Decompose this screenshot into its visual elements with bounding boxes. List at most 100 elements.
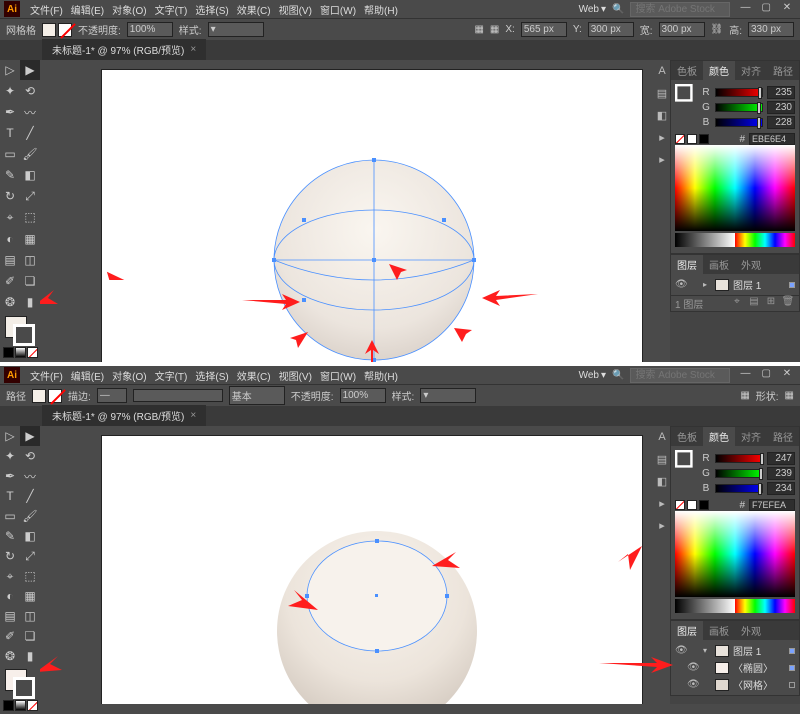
rail-btn[interactable]: ▸	[654, 148, 670, 170]
style-select[interactable]: ▾	[208, 22, 264, 37]
tab-artboards[interactable]: 画板	[703, 255, 735, 274]
eraser-tool[interactable]: ◧	[20, 526, 40, 546]
white-swatch-icon[interactable]	[687, 134, 697, 144]
visibility-icon[interactable]: 👁	[687, 679, 699, 690]
tab-color[interactable]: 颜色	[703, 427, 735, 446]
scale-tool[interactable]: ⤢	[20, 186, 40, 206]
align-icon[interactable]: ▦	[740, 390, 749, 401]
menu-effect[interactable]: 效果(C)	[235, 367, 273, 384]
rectangle-tool[interactable]: ▭	[0, 506, 20, 526]
graph-tool[interactable]: ▮	[20, 292, 40, 312]
direct-selection-tool[interactable]: ▶	[20, 60, 40, 80]
line-tool[interactable]: ╱	[20, 123, 40, 143]
w-input[interactable]	[659, 22, 705, 37]
menu-view[interactable]: 视图(V)	[277, 1, 314, 18]
free-transform-tool[interactable]: ⬚	[20, 207, 40, 227]
selection-indicator[interactable]	[789, 682, 795, 688]
g-value[interactable]: 239	[767, 467, 795, 480]
eyedropper-tool[interactable]: ✐	[0, 271, 20, 291]
g-slider[interactable]	[715, 103, 763, 112]
window-minimize-icon[interactable]: —	[736, 2, 754, 16]
opacity-input[interactable]	[340, 388, 386, 403]
brush-def-select[interactable]: 基本	[229, 386, 285, 405]
workspace-switcher[interactable]: Web ▾	[579, 370, 606, 381]
tab-color[interactable]: 颜色	[703, 61, 735, 80]
rotate-tool[interactable]: ↻	[0, 186, 20, 206]
g-value[interactable]: 230	[767, 101, 795, 114]
search-input[interactable]	[630, 368, 730, 383]
style-select[interactable]: ▾	[420, 388, 476, 403]
graph-tool[interactable]: ▮	[20, 646, 40, 666]
menu-file[interactable]: 文件(F)	[28, 367, 65, 384]
color-mode-icon[interactable]	[3, 347, 14, 358]
gradient-mode-icon[interactable]	[15, 347, 26, 358]
tab-align[interactable]: 对齐	[735, 427, 767, 446]
rail-btn[interactable]: ▤	[654, 82, 670, 104]
menu-type[interactable]: 文字(T)	[153, 1, 190, 18]
rail-btn[interactable]: A	[654, 426, 670, 448]
workspace-switcher[interactable]: Web ▾	[579, 4, 606, 15]
h-input[interactable]	[748, 22, 794, 37]
menu-window[interactable]: 窗口(W)	[318, 367, 358, 384]
visibility-icon[interactable]: 👁	[675, 279, 687, 290]
sublayer-name[interactable]: 〈椭圆〉	[733, 660, 785, 675]
window-close-icon[interactable]: ✕	[778, 368, 796, 382]
tab-layers[interactable]: 图层	[671, 255, 703, 274]
tab-swatches[interactable]: 色板	[671, 427, 703, 446]
rail-btn[interactable]: ◧	[654, 470, 670, 492]
none-swatch-icon[interactable]	[675, 134, 685, 144]
collapse-icon[interactable]: ▾	[703, 646, 711, 655]
shaper-tool[interactable]: ✎	[0, 526, 20, 546]
selection-indicator[interactable]	[789, 282, 795, 288]
align-icon[interactable]: ▦	[474, 24, 483, 35]
close-icon[interactable]: ×	[190, 44, 196, 55]
close-icon[interactable]: ×	[190, 410, 196, 421]
tab-path[interactable]: 路径	[767, 61, 799, 80]
window-maximize-icon[interactable]: ▢	[757, 2, 775, 16]
selection-tool[interactable]: ▷	[0, 426, 20, 446]
b-value[interactable]: 234	[767, 482, 795, 495]
window-close-icon[interactable]: ✕	[778, 2, 796, 16]
search-input[interactable]	[630, 2, 730, 17]
shape-builder-tool[interactable]: ◐	[0, 586, 20, 606]
width-tool[interactable]: ⌖	[0, 207, 20, 227]
layer-row[interactable]: 👁 ▾ 图层 1	[671, 642, 799, 659]
layer-name[interactable]: 图层 1	[733, 277, 785, 292]
symbol-tool[interactable]: ❂	[0, 292, 20, 312]
fill-stroke-indicator[interactable]	[0, 666, 40, 714]
expand-icon[interactable]: ▸	[703, 280, 711, 289]
rail-btn[interactable]: ▸	[654, 126, 670, 148]
hex-input[interactable]	[749, 133, 795, 145]
rail-btn[interactable]: ▸	[654, 514, 670, 536]
menu-help[interactable]: 帮助(H)	[362, 1, 400, 18]
color-spectrum[interactable]	[675, 145, 795, 249]
selection-indicator[interactable]	[789, 665, 795, 671]
fill-stroke-indicator[interactable]	[0, 313, 40, 362]
shaper-tool[interactable]: ✎	[0, 165, 20, 185]
r-slider[interactable]	[715, 454, 763, 463]
document-tab[interactable]: 未标题-1* @ 97% (RGB/预览) ×	[42, 405, 206, 426]
hex-input[interactable]	[749, 499, 795, 511]
rail-btn[interactable]: ▤	[654, 448, 670, 470]
fill-swatch[interactable]	[32, 389, 46, 403]
b-value[interactable]: 228	[767, 116, 795, 129]
rectangle-tool[interactable]: ▭	[0, 144, 20, 164]
none-mode-icon[interactable]	[27, 347, 38, 358]
menu-select[interactable]: 选择(S)	[193, 1, 230, 18]
menu-select[interactable]: 选择(S)	[193, 367, 230, 384]
menu-edit[interactable]: 编辑(E)	[69, 367, 106, 384]
brush-tool[interactable]: 🖌	[20, 506, 40, 526]
link-wh-icon[interactable]: ⛓	[711, 24, 724, 35]
menu-file[interactable]: 文件(F)	[28, 1, 65, 18]
canvas[interactable]	[40, 60, 654, 362]
curvature-tool[interactable]: 〰	[20, 102, 40, 122]
menu-object[interactable]: 对象(O)	[110, 367, 148, 384]
tab-artboards[interactable]: 画板	[703, 621, 735, 640]
layer-row[interactable]: 👁 〈椭圆〉	[671, 659, 799, 676]
stroke-swatch[interactable]	[48, 389, 62, 403]
delete-layer-icon[interactable]: 🗑	[781, 296, 795, 311]
new-sublayer-icon[interactable]: ▤	[747, 296, 761, 311]
rail-btn[interactable]: ▸	[654, 492, 670, 514]
canvas[interactable]	[40, 426, 654, 704]
selection-tool[interactable]: ▷	[0, 60, 20, 80]
